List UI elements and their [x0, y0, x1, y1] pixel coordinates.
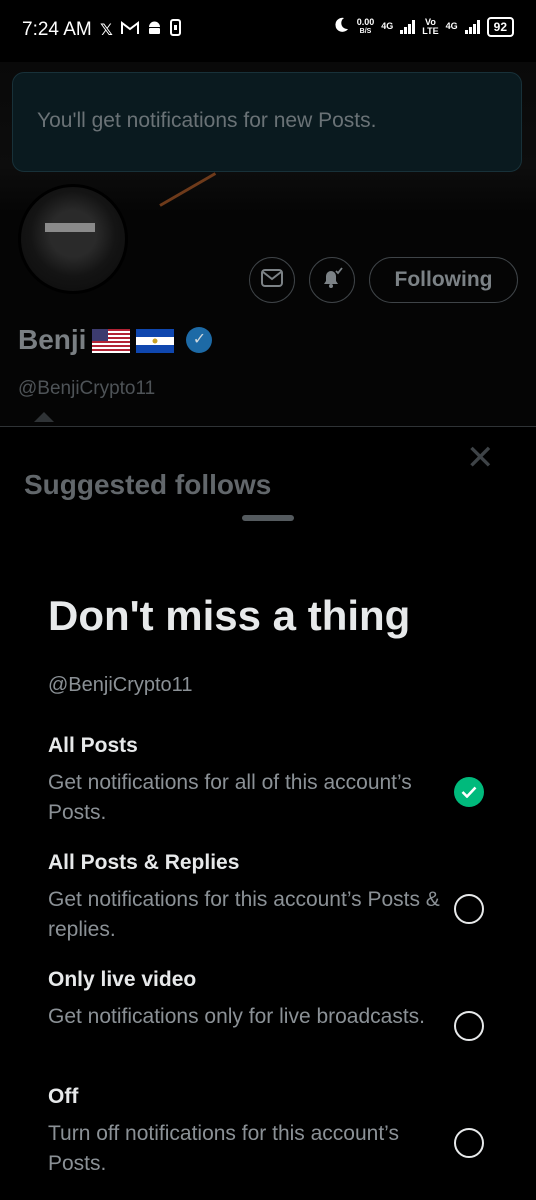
toast-text: You'll get notifications for new Posts. [37, 109, 377, 132]
notification-settings-sheet: Don't miss a thing @BenjiCrypto11 All Po… [0, 526, 536, 1200]
volte-indicator: Vo LTE [422, 17, 439, 36]
option-description: Get notifications for all of this accoun… [48, 771, 412, 824]
us-flag-icon [92, 328, 131, 353]
option-all-posts[interactable]: All Posts Get notifications for all of t… [48, 734, 508, 828]
phone-icon [169, 19, 181, 41]
android-icon [147, 20, 162, 41]
status-time: 7:24 AM [22, 19, 92, 40]
option-all-posts-replies[interactable]: All Posts & Replies Get notifications fo… [48, 851, 508, 945]
option-description: Get notifications for this account’s Pos… [48, 888, 440, 941]
signal-icon-2 [464, 19, 480, 34]
volte-bottom: LTE [422, 25, 439, 36]
option-title: All Posts [48, 734, 138, 757]
option-title: Only live video [48, 968, 197, 991]
suggested-follows: Suggested follows ✕ [0, 426, 536, 527]
option-description: Get notifications only for live broadcas… [48, 1005, 426, 1028]
net-speed-unit: B/S [359, 27, 372, 35]
profile-handle: @BenjiCrypto11 [18, 378, 156, 399]
following-button[interactable]: Following [369, 257, 518, 303]
option-only-live-video[interactable]: Only live video Get notifications only f… [48, 968, 508, 1041]
bell-check-icon [319, 265, 345, 296]
x-icon: 𝕏 [100, 22, 113, 39]
message-button[interactable] [249, 257, 295, 303]
verified-badge-icon: ✓ [186, 327, 213, 353]
network-type-2: 4G [445, 21, 458, 31]
radio-button[interactable] [454, 1128, 484, 1158]
notifications-button[interactable] [309, 257, 355, 303]
moon-icon [332, 16, 350, 37]
sheet-drag-handle[interactable] [242, 515, 294, 521]
signal-icon [400, 19, 416, 34]
avatar-detail [45, 223, 95, 232]
option-title: Off [48, 1085, 79, 1108]
gmail-icon [120, 20, 139, 40]
option-off[interactable]: Off Turn off notifications for this acco… [48, 1085, 508, 1179]
sheet-account-handle: @BenjiCrypto11 [48, 674, 193, 696]
close-icon[interactable]: ✕ [466, 441, 495, 475]
profile-name: Benji ✓ [18, 324, 213, 356]
el-salvador-flag-icon [136, 328, 175, 353]
sheet-title: Don't miss a thing [48, 592, 411, 639]
envelope-icon [261, 268, 283, 292]
banner-streak [159, 172, 217, 207]
radio-button[interactable] [454, 894, 484, 924]
tab-indicator [34, 412, 54, 422]
suggested-follows-title: Suggested follows [24, 469, 272, 500]
option-description: Turn off notifications for this account’… [48, 1122, 399, 1175]
radio-selected-check-icon[interactable] [454, 777, 484, 807]
status-right: 0.00 B/S 4G Vo LTE 4G 92 [332, 16, 514, 37]
radio-button[interactable] [454, 1011, 484, 1041]
net-speed: 0.00 B/S [356, 16, 375, 36]
avatar[interactable] [18, 184, 128, 294]
notification-toast: You'll get notifications for new Posts. [12, 72, 522, 172]
profile-header: You'll get notifications for new Posts. … [0, 62, 536, 426]
network-type-1: 4G [381, 21, 394, 31]
option-title: All Posts & Replies [48, 851, 240, 874]
status-bar: 7:24 AM 𝕏 0.00 B/S 4G Vo LTE 4G 92 [0, 0, 536, 62]
status-left-icons: 𝕏 [100, 19, 181, 41]
battery-icon: 92 [486, 16, 514, 37]
net-speed-value: 0.00 [356, 16, 375, 27]
profile-name-text: Benji [18, 324, 87, 355]
